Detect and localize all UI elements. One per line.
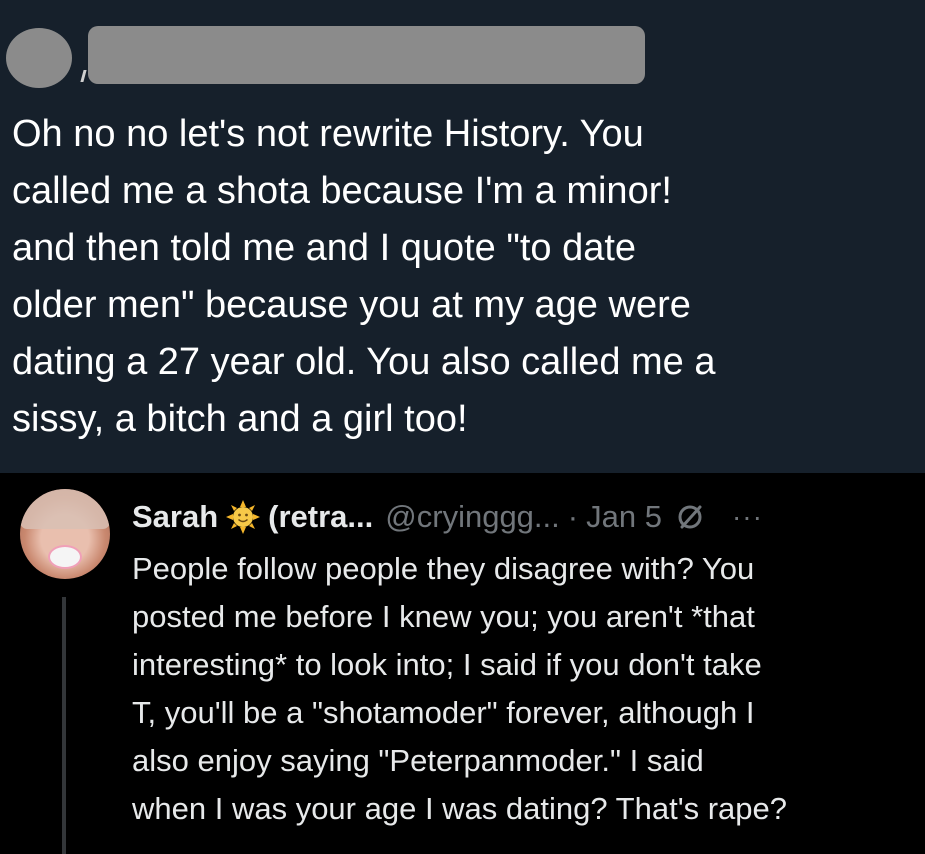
redacted-avatar (6, 28, 72, 88)
reply-header: Sarah (retra... @cryinggg... · Jan 5 ··· (132, 495, 763, 539)
reply-display-name[interactable]: Sarah (132, 499, 218, 535)
quoted-post-text: Oh no no let's not rewrite History. You … (12, 113, 716, 440)
avatar-pacifier (48, 545, 82, 569)
more-options-icon[interactable]: ··· (732, 501, 763, 533)
quoted-post: Oh no no let's not rewrite History. You … (0, 0, 925, 473)
edited-icon[interactable] (674, 501, 706, 533)
reply-handle[interactable]: @cryinggg... (385, 499, 559, 535)
reply-text: People follow people they disagree with?… (132, 551, 788, 826)
reply-display-name-suffix[interactable]: (retra... (268, 499, 373, 535)
reply-avatar[interactable] (20, 489, 110, 579)
thread-line (62, 597, 66, 854)
avatar-hair (20, 489, 110, 529)
reply-post[interactable]: Sarah (retra... @cryinggg... · Jan 5 ···… (0, 473, 925, 854)
redaction-edge-mark (80, 70, 87, 82)
separator-dot: · (567, 499, 579, 534)
reply-date[interactable]: Jan 5 (586, 499, 662, 535)
sun-face-icon (226, 500, 261, 534)
redacted-username (88, 26, 645, 84)
